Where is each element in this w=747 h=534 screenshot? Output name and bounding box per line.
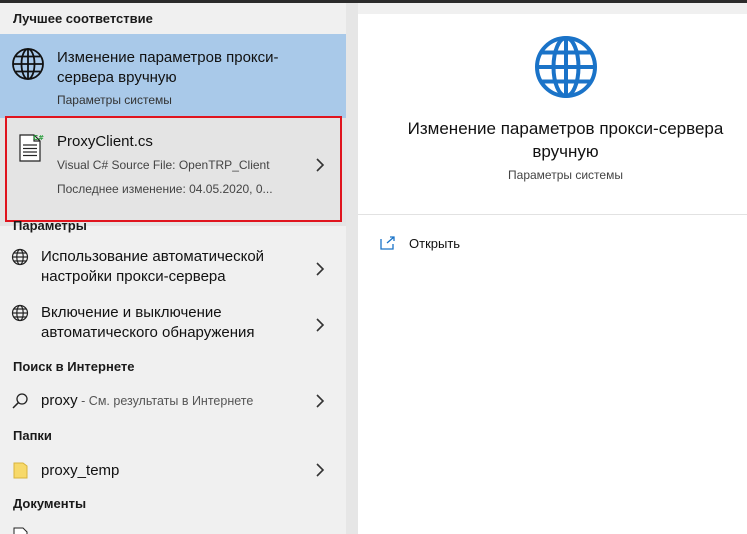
preview-title: Изменение параметров прокси-сервера вруч… [407, 119, 724, 161]
section-header-best-match: Лучшее соответствие [13, 11, 153, 26]
preview-pane: Изменение параметров прокси-сервера вруч… [358, 14, 747, 534]
preview-divider [358, 214, 747, 215]
best-match-subtitle: Параметры системы [57, 93, 172, 107]
best-match-result[interactable]: Изменение параметров прокси-сервера вруч… [0, 34, 346, 118]
chevron-right-icon[interactable] [314, 316, 326, 334]
web-search-item[interactable]: proxy - См. результаты в Интернете [0, 386, 346, 416]
settings-item-auto-proxy[interactable]: Использование автоматической настройки п… [0, 243, 346, 295]
open-button-label: Открыть [409, 236, 461, 251]
document-icon [13, 527, 29, 534]
folder-icon [13, 461, 29, 484]
section-header-settings: Параметры [13, 218, 87, 233]
settings-item-label: Использование автоматической настройки п… [41, 248, 265, 285]
settings-item-label: Включение и выключение автоматического о… [41, 304, 255, 341]
web-search-hint: - См. результаты в Интернете [77, 394, 254, 408]
preview-subtitle: Параметры системы [508, 168, 623, 182]
annotation-highlight-box [5, 116, 342, 222]
folder-item-label: proxy_temp [41, 462, 120, 479]
globe-icon [11, 47, 45, 81]
section-header-folders: Папки [13, 428, 52, 443]
globe-icon [11, 304, 29, 327]
chevron-right-icon[interactable] [314, 461, 326, 479]
globe-icon [533, 34, 599, 100]
open-button[interactable]: Открыть [380, 234, 500, 256]
pane-divider [346, 3, 358, 534]
globe-icon [11, 248, 29, 271]
best-match-title: Изменение параметров прокси-сервера вруч… [57, 49, 279, 86]
search-icon [11, 392, 29, 415]
open-icon [380, 236, 396, 255]
web-search-query: proxy [41, 392, 78, 409]
chevron-right-icon[interactable] [314, 392, 326, 410]
section-header-documents: Документы [13, 496, 87, 511]
chevron-right-icon[interactable] [314, 260, 326, 278]
section-header-web-search: Поиск в Интернете [13, 359, 135, 374]
settings-item-auto-detect[interactable]: Включение и выключение автоматического о… [0, 299, 346, 351]
web-search-label: proxy - См. результаты в Интернете [41, 391, 253, 411]
document-item-partial[interactable] [0, 523, 346, 534]
results-pane: Лучшее соответствие Изменение параметров… [0, 3, 346, 534]
folder-item[interactable]: proxy_temp [0, 455, 346, 485]
